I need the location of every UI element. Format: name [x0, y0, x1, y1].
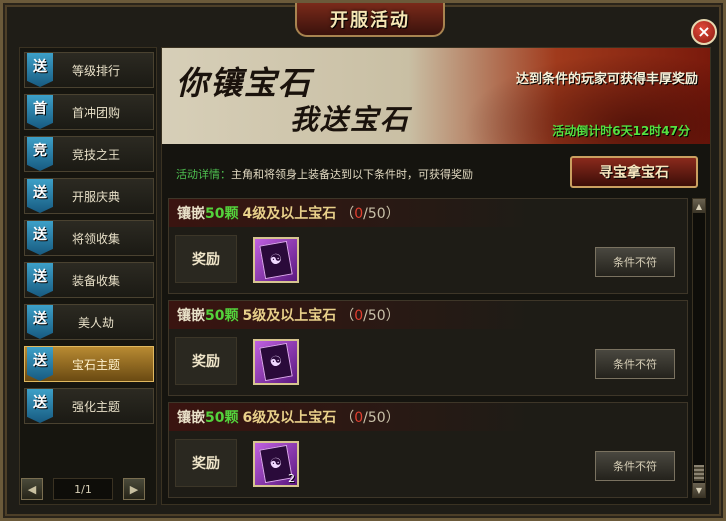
- sidebar: 送 等级排行 首 首冲团购 竞 竞技之王 送 开服庆典 送 将领收集 送 装备收…: [19, 47, 157, 505]
- progress-current: 0: [354, 206, 364, 222]
- tag-badge: 竞: [27, 137, 53, 171]
- close-button[interactable]: ×: [691, 19, 717, 45]
- sidebar-item-celebration[interactable]: 送 开服庆典: [24, 178, 154, 214]
- gem-scroll-icon: ☯: [259, 342, 293, 382]
- reward-row: 镶嵌 50颗 6级及以上宝石 （0/50） 奖励 ☯ 2 条件不符: [168, 402, 688, 498]
- sidebar-item-first-recharge[interactable]: 首 首冲团购: [24, 94, 154, 130]
- sidebar-item-label: 首冲团购: [71, 105, 120, 120]
- chevron-right-icon: ▶: [129, 482, 139, 496]
- progress-current: 0: [354, 410, 364, 426]
- close-icon: ×: [697, 22, 711, 41]
- sidebar-item-label: 美人劫: [77, 315, 114, 330]
- arrow-down-icon: ▼: [695, 485, 703, 495]
- details-label: 活动详情：: [176, 168, 231, 181]
- sidebar-item-equipment-collection[interactable]: 送 装备收集: [24, 262, 154, 298]
- reward-list: 镶嵌 50颗 4级及以上宝石 （0/50） 奖励 ☯ 条件不符 镶嵌 50颗 5…: [168, 198, 688, 498]
- main-panel: 你镶宝石 我送宝石 达到条件的玩家可获得丰厚奖励 活动倒计时6天12时47分 活…: [161, 47, 711, 505]
- title-banner: 开服活动: [295, 3, 445, 37]
- gem-requirement: 5级及以上宝石: [242, 308, 337, 324]
- row-condition: 镶嵌 50颗 4级及以上宝石 （0/50）: [169, 199, 687, 227]
- reward-item-slot[interactable]: ☯: [253, 237, 299, 283]
- gem-count: 50颗: [205, 206, 239, 222]
- progress: （0/50）: [340, 410, 400, 426]
- reward-row: 镶嵌 50颗 4级及以上宝石 （0/50） 奖励 ☯ 条件不符: [168, 198, 688, 294]
- gem-count: 50颗: [205, 410, 239, 426]
- reward-row: 镶嵌 50颗 5级及以上宝石 （0/50） 奖励 ☯ 条件不符: [168, 300, 688, 396]
- sidebar-item-gem-theme[interactable]: 送 宝石主题: [24, 346, 154, 382]
- event-details: 活动详情：主角和将领身上装备达到以下条件时，可获得奖励: [176, 166, 473, 182]
- tag-badge: 送: [27, 389, 53, 423]
- claim-button[interactable]: 条件不符: [595, 349, 675, 379]
- sidebar-item-beauty[interactable]: 送 美人劫: [24, 304, 154, 340]
- scroll-thumb[interactable]: [694, 465, 704, 481]
- tag-badge: 首: [27, 95, 53, 129]
- banner-description: 达到条件的玩家可获得丰厚奖励: [515, 72, 698, 87]
- tag-badge: 送: [27, 221, 53, 255]
- sidebar-item-label: 宝石主题: [71, 357, 120, 372]
- row-condition: 镶嵌 50颗 5级及以上宝石 （0/50）: [169, 301, 687, 329]
- treasure-hunt-button[interactable]: 寻宝拿宝石: [570, 156, 698, 188]
- chevron-left-icon: ◀: [27, 482, 37, 496]
- sidebar-item-level-ranking[interactable]: 送 等级排行: [24, 52, 154, 88]
- inlay-text: 镶嵌: [177, 410, 205, 426]
- tag-badge: 送: [27, 179, 53, 213]
- reward-list-scrollbar[interactable]: ▲ ▼: [692, 198, 706, 498]
- progress: （0/50）: [340, 206, 400, 222]
- event-window: 开服活动 × 送 等级排行 首 首冲团购 竞 竞技之王 送 开服庆典 送 将领收…: [0, 0, 726, 521]
- sidebar-item-label: 等级排行: [71, 63, 120, 78]
- gem-scroll-icon: ☯: [259, 240, 293, 280]
- gem-count: 50颗: [205, 308, 239, 324]
- scroll-up-button[interactable]: ▲: [693, 199, 705, 213]
- reward-item-slot[interactable]: ☯ 2: [253, 441, 299, 487]
- sidebar-item-label: 将领收集: [71, 231, 120, 246]
- banner-slogan-line2: 我送宝石: [290, 103, 411, 136]
- claim-button[interactable]: 条件不符: [595, 247, 675, 277]
- sidebar-item-label: 装备收集: [71, 273, 120, 288]
- prev-page-button[interactable]: ◀: [21, 478, 43, 500]
- details-text: 主角和将领身上装备达到以下条件时，可获得奖励: [231, 168, 473, 181]
- arrow-up-icon: ▲: [695, 201, 703, 211]
- reward-label: 奖励: [175, 439, 237, 487]
- next-page-button[interactable]: ▶: [123, 478, 145, 500]
- gem-requirement: 4级及以上宝石: [242, 206, 337, 222]
- tag-badge: 送: [27, 305, 53, 339]
- scroll-down-button[interactable]: ▼: [693, 483, 705, 497]
- progress-total: /50: [363, 308, 386, 324]
- tag-badge: 送: [27, 263, 53, 297]
- window-title: 开服活动: [330, 10, 410, 31]
- sidebar-item-label: 竞技之王: [71, 147, 120, 162]
- progress-total: /50: [363, 410, 386, 426]
- sidebar-item-label: 强化主题: [71, 399, 120, 414]
- tag-badge: 送: [27, 53, 53, 87]
- tag-badge: 送: [27, 347, 53, 381]
- progress-total: /50: [363, 206, 386, 222]
- reward-item-slot[interactable]: ☯: [253, 339, 299, 385]
- row-condition: 镶嵌 50颗 6级及以上宝石 （0/50）: [169, 403, 687, 431]
- gem-requirement: 6级及以上宝石: [242, 410, 337, 426]
- event-countdown: 活动倒计时6天12时47分: [552, 124, 690, 138]
- sidebar-item-label: 开服庆典: [71, 189, 120, 204]
- progress-current: 0: [354, 308, 364, 324]
- reward-label: 奖励: [175, 337, 237, 385]
- inlay-text: 镶嵌: [177, 308, 205, 324]
- progress: （0/50）: [340, 308, 400, 324]
- item-quantity: 2: [288, 472, 295, 485]
- claim-button[interactable]: 条件不符: [595, 451, 675, 481]
- sidebar-item-general-collection[interactable]: 送 将领收集: [24, 220, 154, 256]
- sidebar-item-enhance-theme[interactable]: 送 强化主题: [24, 388, 154, 424]
- pager: ◀ 1/1 ▶: [21, 477, 145, 501]
- sidebar-item-arena-king[interactable]: 竞 竞技之王: [24, 136, 154, 172]
- inlay-text: 镶嵌: [177, 206, 205, 222]
- page-indicator: 1/1: [53, 478, 113, 500]
- event-banner: 你镶宝石 我送宝石 达到条件的玩家可获得丰厚奖励 活动倒计时6天12时47分: [162, 48, 710, 144]
- reward-label: 奖励: [175, 235, 237, 283]
